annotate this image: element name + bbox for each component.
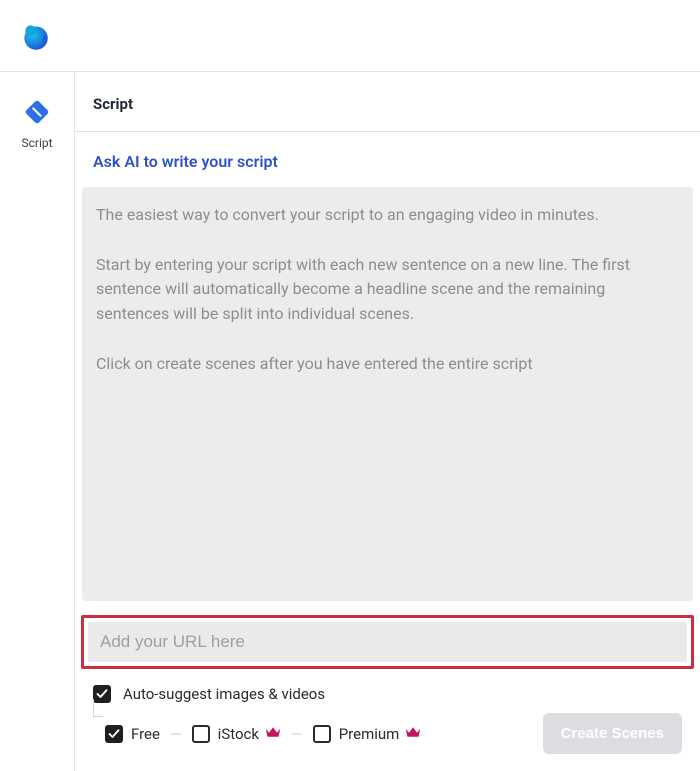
separator-dash: — — [168, 725, 184, 743]
script-icon — [23, 98, 51, 130]
create-scenes-button[interactable]: Create Scenes — [543, 713, 682, 754]
istock-checkbox[interactable] — [192, 725, 210, 743]
sidebar-item-script[interactable]: Script — [21, 98, 52, 150]
auto-suggest-row: Auto-suggest images & videos — [75, 669, 700, 703]
url-highlight-box — [81, 615, 694, 669]
tree-elbow-icon — [93, 699, 103, 717]
app-logo-icon — [18, 19, 52, 53]
main-panel: Script Ask AI to write your script The e… — [75, 72, 700, 771]
script-textarea[interactable]: The easiest way to convert your script t… — [82, 187, 693, 601]
crown-icon — [265, 725, 281, 743]
ask-ai-link[interactable]: Ask AI to write your script — [93, 152, 278, 171]
free-checkbox[interactable] — [105, 725, 123, 743]
premium-checkbox[interactable] — [313, 725, 331, 743]
premium-label: Premium — [339, 725, 422, 743]
page-title: Script — [93, 95, 133, 113]
url-input[interactable] — [88, 622, 687, 662]
sidebar-item-label: Script — [21, 136, 52, 150]
section-header: Script — [75, 72, 700, 132]
auto-suggest-label: Auto-suggest images & videos — [123, 685, 325, 703]
istock-label: iStock — [218, 725, 281, 743]
topbar — [0, 0, 700, 72]
crown-icon — [405, 725, 421, 743]
free-label: Free — [131, 725, 160, 743]
media-tier-row: Free — iStock — Premium Creat — [75, 703, 700, 754]
separator-dash: — — [289, 725, 305, 743]
sidebar: Script — [0, 72, 75, 771]
